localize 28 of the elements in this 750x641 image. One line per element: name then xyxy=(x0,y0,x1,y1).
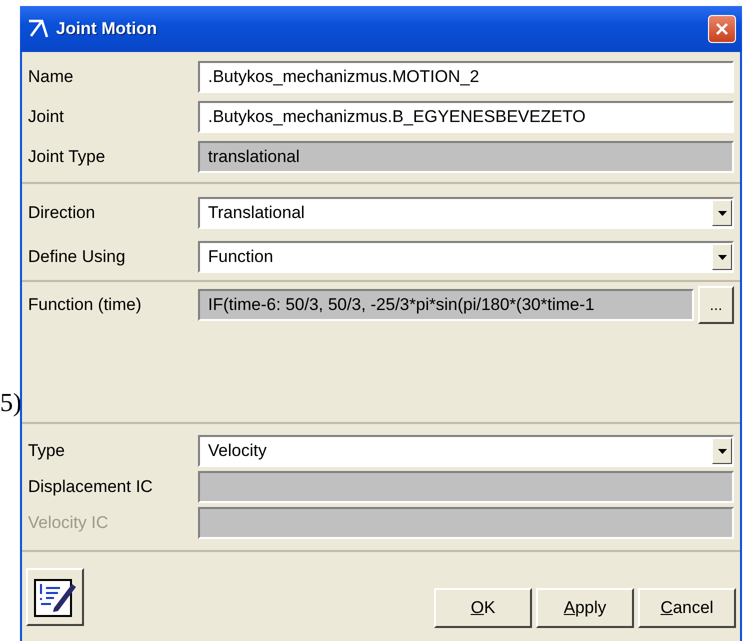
text-field[interactable]: .Butykos_mechanizmus.MOTION_2 xyxy=(198,61,734,93)
dropdown[interactable]: Velocity xyxy=(198,435,734,467)
field-label: Joint Type xyxy=(28,147,106,167)
field-label: Displacement IC xyxy=(28,477,154,497)
dialog-button[interactable]: OK xyxy=(434,588,532,628)
background-text: 5) xyxy=(0,388,22,418)
field-label: Function (time) xyxy=(28,295,142,315)
field-label: Type xyxy=(28,441,66,461)
field-label: Define Using xyxy=(28,247,126,267)
window-title: Joint Motion xyxy=(56,19,158,39)
dropdown[interactable]: Function xyxy=(198,241,734,273)
dropdown-arrow-icon xyxy=(718,210,726,216)
close-icon xyxy=(714,21,730,37)
dropdown-arrow-icon xyxy=(718,254,726,260)
browse-button[interactable]: ... xyxy=(698,286,734,324)
dialog-button[interactable]: Apply xyxy=(536,588,634,628)
dropdown[interactable]: Translational xyxy=(198,197,734,229)
dialog-button[interactable]: Cancel xyxy=(638,588,736,628)
dropdown-arrow-icon xyxy=(718,448,726,454)
field-label: Velocity IC xyxy=(28,513,110,533)
field-label: Name xyxy=(28,67,74,87)
field-label: Joint xyxy=(28,107,65,127)
notes-button[interactable] xyxy=(26,568,84,626)
field-label: Direction xyxy=(28,203,96,223)
function-field[interactable]: IF(time-6: 50/3, 50/3, -25/3*pi*sin(pi/180*(30*time-1 xyxy=(198,289,694,321)
readonly-field: translational xyxy=(198,141,734,173)
close-button[interactable] xyxy=(708,15,736,43)
text-field[interactable]: .Butykos_mechanizmus.B_EGYENESBEVEZETO xyxy=(198,101,734,133)
